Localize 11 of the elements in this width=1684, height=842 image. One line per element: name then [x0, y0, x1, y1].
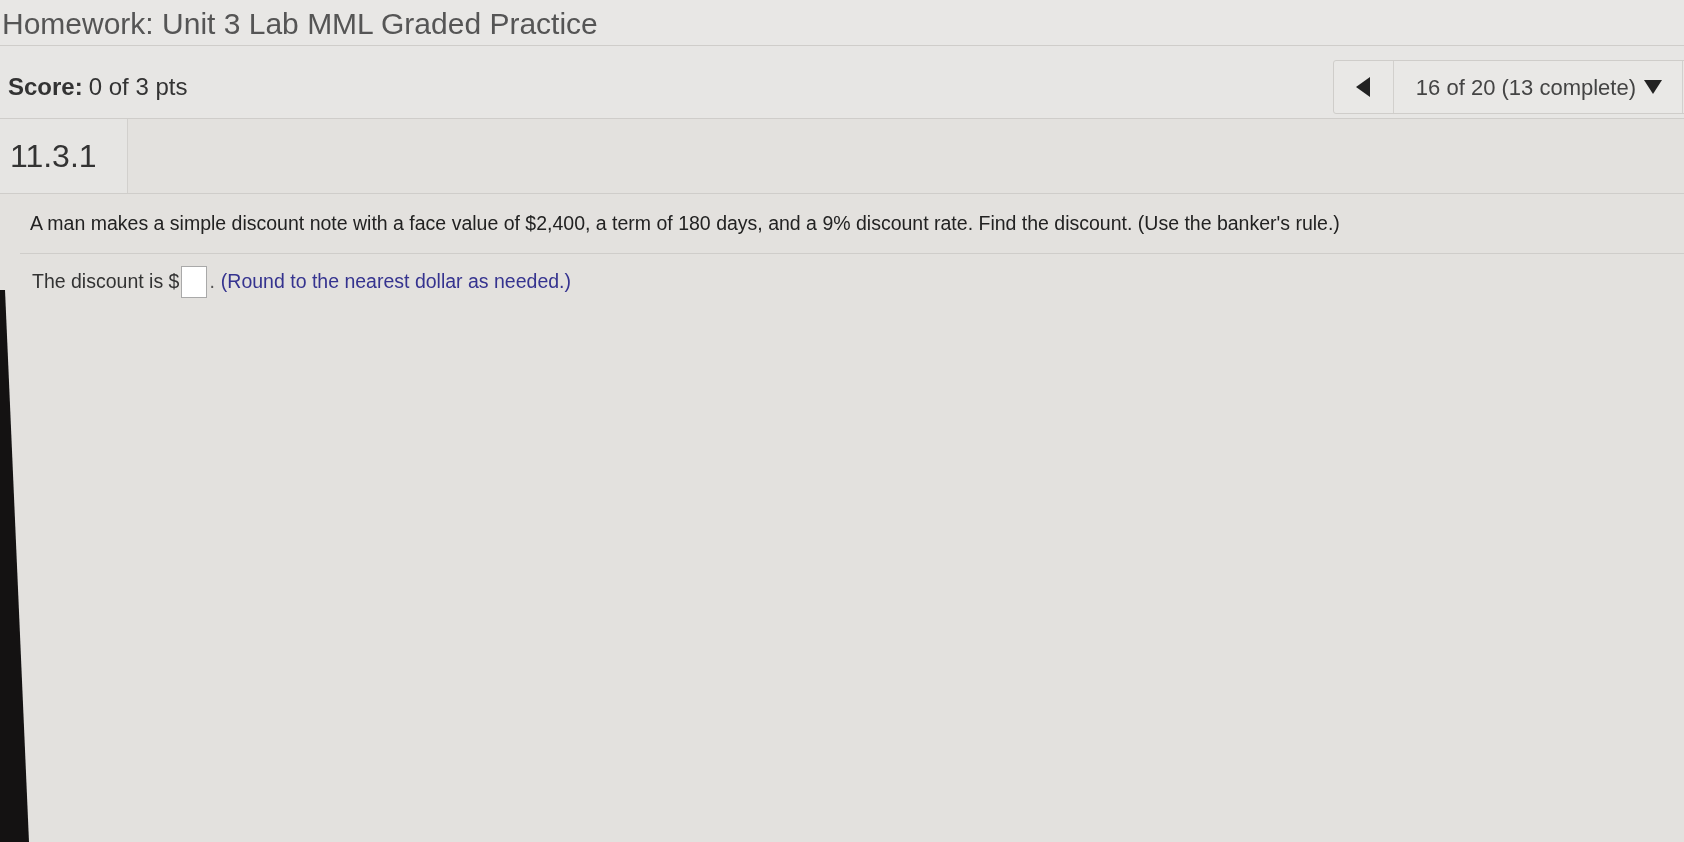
score-label: Score:: [8, 72, 83, 102]
answer-prompt: The discount is $: [32, 269, 180, 295]
caret-icon: [1644, 80, 1662, 94]
question-text: A man makes a simple discount note with a face value of $2,400, a term of 180 days, and a 9% discount rate. Find the discount. (Use the banker's rule.): [20, 194, 1684, 254]
left-triangle-icon: [1356, 77, 1371, 97]
question-number: 11.3.1: [0, 119, 128, 193]
page-title: Homework: Unit 3 Lab MML Graded Practice: [2, 6, 598, 42]
rounding-hint: (Round to the nearest dollar as needed.): [220, 269, 571, 295]
answer-period: .: [209, 269, 215, 295]
score-value: 0 of 3 pts: [88, 72, 188, 102]
question-dropdown[interactable]: 16 of 20 (13 complete): [1393, 61, 1683, 113]
